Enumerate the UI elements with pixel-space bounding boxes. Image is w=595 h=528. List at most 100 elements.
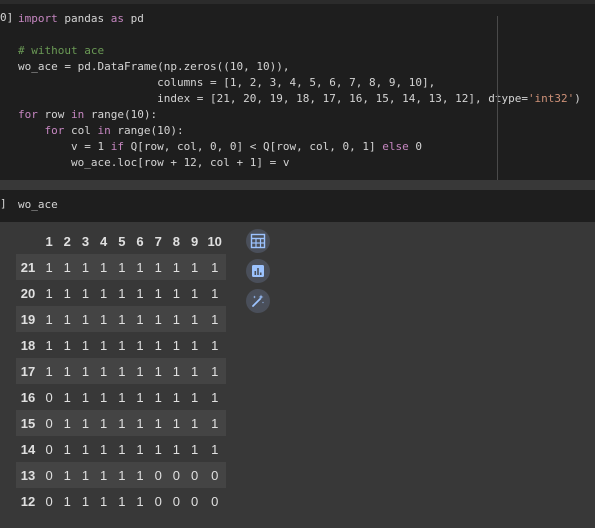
table-cell: 1 (190, 441, 199, 457)
code-token: ) (574, 92, 581, 105)
table-cell: 0 (45, 441, 53, 457)
table-cell: 1 (154, 363, 162, 379)
table-cell: 1 (118, 389, 126, 405)
table-cell: 1 (100, 467, 108, 483)
code-token: Q[row, col, 0, 0] < Q[row, col, 0, 1] (123, 140, 383, 153)
table-cell: 1 (81, 285, 90, 301)
code-token: as (110, 12, 124, 25)
table-cell: 0 (45, 467, 53, 483)
table-cell: 1 (211, 311, 219, 327)
table-cell: 1 (172, 389, 181, 405)
row-index: 14 (20, 441, 36, 457)
table-cell: 1 (211, 389, 219, 405)
table-cell: 1 (211, 285, 219, 301)
table-cell: 1 (136, 389, 144, 405)
code-editor[interactable]: wo_ace (18, 197, 58, 213)
table-cell: 1 (118, 337, 126, 353)
column-header: 6 (136, 233, 144, 249)
table-row: 16 0 1 1 1 1 1 1 1 1 1 (16, 384, 226, 410)
table-cell: 0 (45, 415, 53, 431)
column-header: 7 (154, 233, 162, 249)
column-header: 8 (172, 233, 181, 249)
code-cell[interactable]: ] wo_ace (0, 190, 595, 222)
table-cell: 1 (172, 337, 181, 353)
magic-wand-icon[interactable] (246, 289, 270, 313)
code-token: in (97, 124, 111, 137)
table-cell: 1 (154, 389, 162, 405)
table-cell: 1 (100, 259, 108, 275)
code-token: range(10): (84, 108, 158, 121)
table-cell: 1 (100, 441, 108, 457)
table-cell: 0 (45, 389, 53, 405)
table-cell: 1 (81, 259, 90, 275)
column-header: 4 (100, 233, 108, 249)
code-token: range(10): (110, 124, 184, 137)
row-index: 16 (20, 389, 36, 405)
table-row: 12 0 1 1 1 1 1 0 0 0 0 (16, 488, 226, 514)
table-cell: 1 (136, 363, 144, 379)
column-header: 5 (118, 233, 126, 249)
table-cell: 1 (190, 259, 199, 275)
table-row: 19 1 1 1 1 1 1 1 1 1 1 (16, 306, 226, 332)
dataframe-table: 1 2 3 4 5 6 7 8 9 10 21 1 1 1 1 1 1 1 1 1 1 20 1 1 1 1 1… (16, 228, 226, 514)
table-cell: 1 (63, 337, 71, 353)
table-cell: 1 (211, 337, 219, 353)
table-cell: 1 (154, 337, 162, 353)
table-cell: 1 (211, 259, 219, 275)
row-index: 17 (20, 363, 36, 379)
table-cell: 1 (81, 415, 90, 431)
code-token: in (71, 108, 85, 121)
table-row: 17 1 1 1 1 1 1 1 1 1 1 (16, 358, 226, 384)
table-cell: 1 (81, 441, 90, 457)
table-row: 15 0 1 1 1 1 1 1 1 1 1 (16, 410, 226, 436)
table-calculator-icon[interactable] (246, 229, 270, 253)
table-cell: 1 (81, 389, 90, 405)
table-cell: 1 (136, 415, 144, 431)
table-cell: 1 (172, 441, 181, 457)
table-cell: 1 (45, 285, 53, 301)
table-cell: 1 (154, 285, 162, 301)
cell-separator (0, 180, 595, 190)
table-cell: 1 (45, 259, 53, 275)
table-cell: 1 (100, 311, 108, 327)
table-cell: 1 (211, 363, 219, 379)
code-token: for (44, 124, 65, 137)
table-cell: 1 (154, 441, 162, 457)
table-cell: 1 (45, 363, 53, 379)
table-cell: 1 (118, 441, 126, 457)
table-cell: 1 (100, 363, 108, 379)
table-cell: 1 (63, 415, 71, 431)
table-cell: 1 (136, 493, 144, 509)
table-cell: 1 (63, 363, 71, 379)
table-header-row: 1 2 3 4 5 6 7 8 9 10 (16, 228, 226, 254)
code-token: pandas (57, 12, 111, 25)
table-cell: 1 (100, 285, 108, 301)
code-token: 0 (408, 140, 422, 153)
table-cell: 1 (81, 337, 90, 353)
cell-prompt: 0] (0, 11, 14, 24)
table-cell: 0 (190, 493, 199, 509)
table-cell: 1 (118, 285, 126, 301)
table-cell: 0 (190, 467, 199, 483)
table-cell: 1 (136, 311, 144, 327)
table-cell: 1 (136, 285, 144, 301)
table-cell: 1 (190, 337, 199, 353)
table-cell: 1 (81, 311, 90, 327)
table-cell: 0 (172, 493, 181, 509)
row-index: 19 (20, 311, 36, 327)
table-cell: 1 (190, 363, 199, 379)
table-cell: 1 (211, 415, 219, 431)
code-line: wo_ace = pd.DataFrame(np.zeros((10, 10))… (18, 60, 290, 73)
row-index: 15 (20, 415, 36, 431)
code-cell[interactable]: 0] import pandas as pd # without ace wo_… (0, 4, 595, 184)
table-cell: 1 (136, 337, 144, 353)
table-cell: 1 (190, 285, 199, 301)
table-cell: 1 (190, 415, 199, 431)
table-cell: 0 (154, 467, 162, 483)
table-row: 20 1 1 1 1 1 1 1 1 1 1 (16, 280, 226, 306)
table-cell: 1 (136, 259, 144, 275)
bar-chart-icon[interactable] (246, 259, 270, 283)
code-line: columns = [1, 2, 3, 4, 5, 6, 7, 8, 9, 10… (18, 76, 436, 89)
table-cell: 1 (118, 493, 126, 509)
